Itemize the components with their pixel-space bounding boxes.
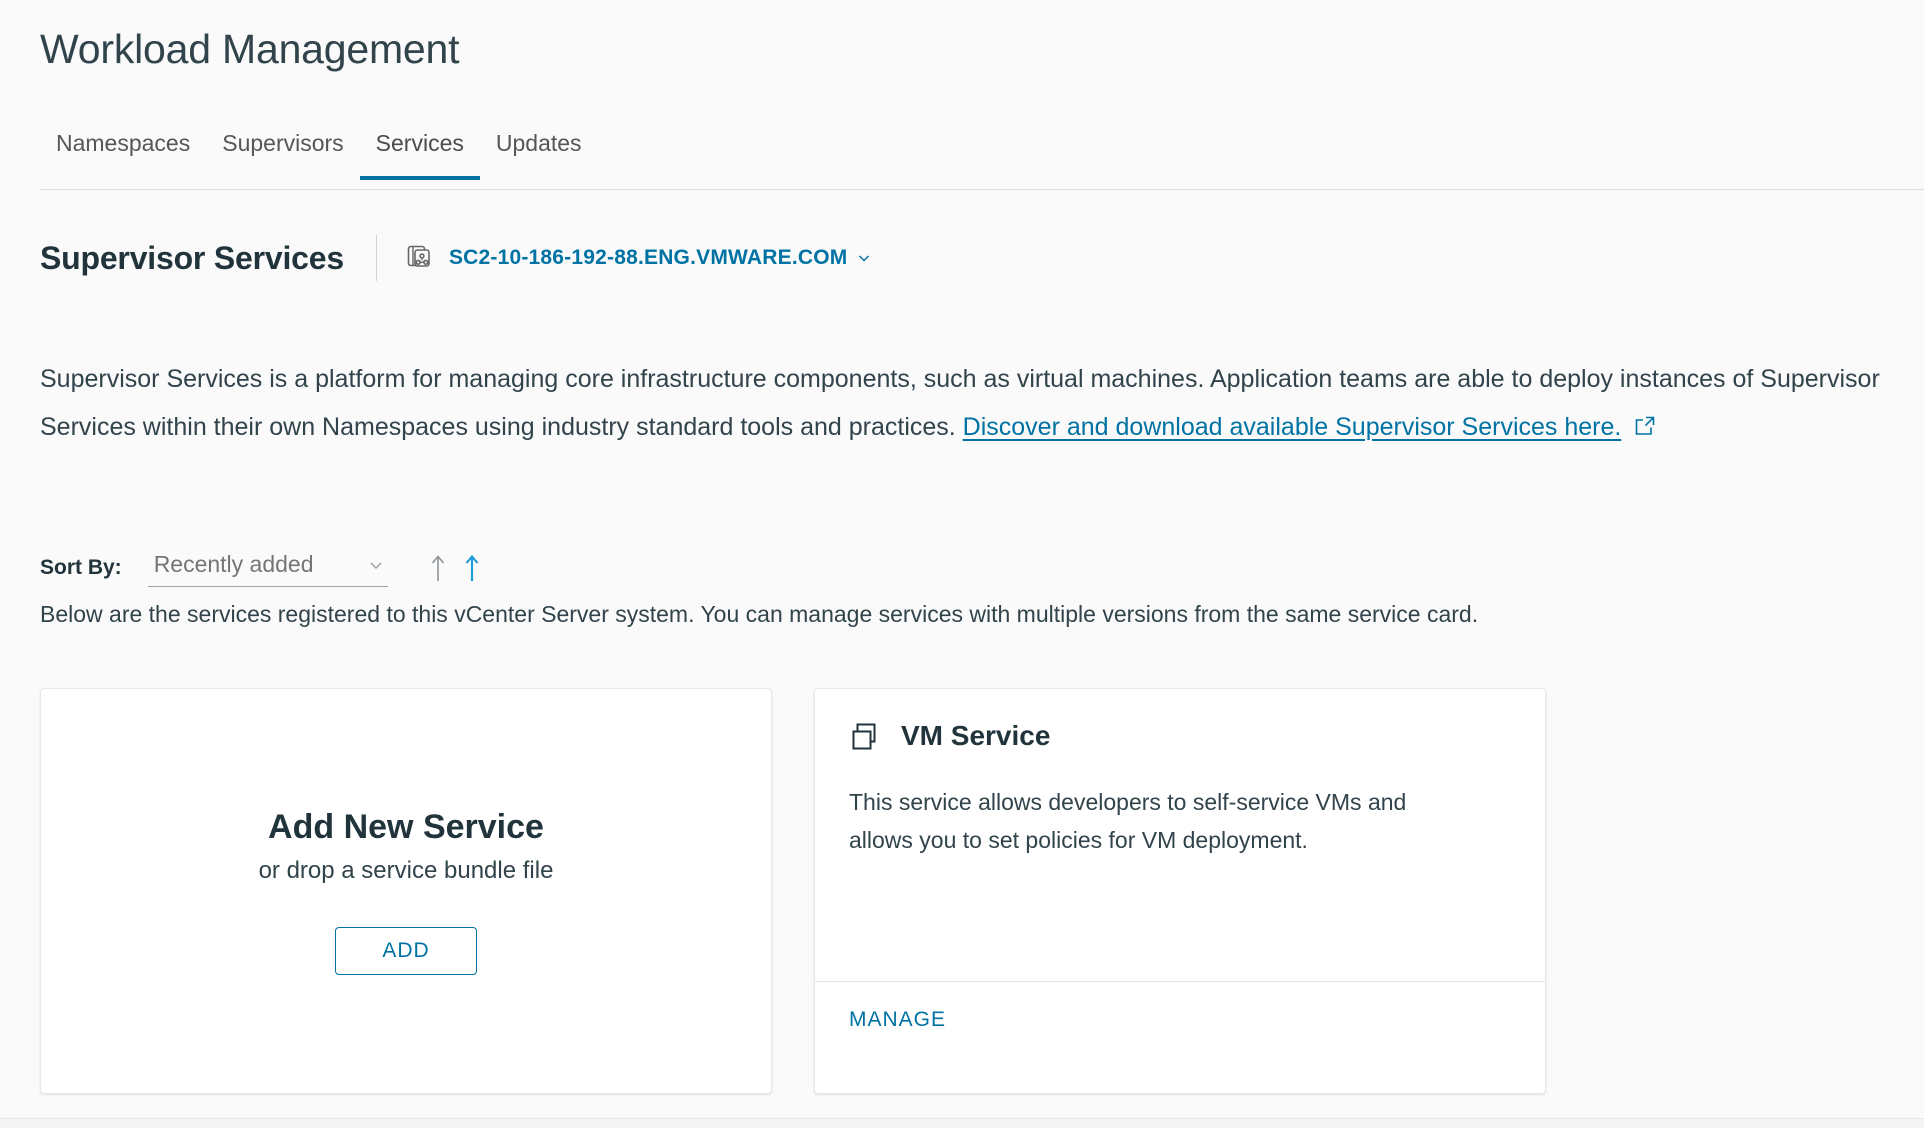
service-card-footer: MANAGE: [815, 981, 1545, 1093]
sort-ascending-icon[interactable]: [426, 551, 450, 585]
section-title: Supervisor Services: [40, 239, 344, 276]
chevron-down-icon: [366, 555, 386, 575]
sort-row: Sort By: Recently added: [40, 545, 484, 591]
bottom-strip: [0, 1119, 1924, 1128]
add-new-service-title: Add New Service: [268, 807, 544, 846]
main-tabs: Namespaces Supervisors Services Updates: [40, 122, 1924, 190]
service-cards: Add New Service or drop a service bundle…: [40, 688, 1546, 1094]
page-title: Workload Management: [40, 26, 460, 72]
workload-management-page: Workload Management Namespaces Superviso…: [0, 0, 1924, 1128]
service-description: This service allows developers to self-s…: [849, 789, 1407, 853]
section-description: Supervisor Services is a platform for ma…: [40, 355, 1906, 454]
service-card-body: VM Service This service allows developer…: [815, 689, 1545, 981]
supervisor-cluster-icon: [405, 243, 435, 273]
vm-service-icon: [849, 719, 883, 753]
tab-supervisors[interactable]: Supervisors: [206, 122, 359, 179]
external-link-icon: [1633, 406, 1657, 454]
sort-by-value: Recently added: [153, 551, 314, 577]
sort-descending-icon[interactable]: [460, 551, 484, 585]
services-subnote: Below are the services registered to thi…: [40, 601, 1479, 627]
service-name: VM Service: [901, 720, 1051, 751]
discover-services-link[interactable]: Discover and download available Supervis…: [963, 413, 1622, 441]
add-new-service-card[interactable]: Add New Service or drop a service bundle…: [40, 688, 772, 1094]
tab-services[interactable]: Services: [359, 122, 481, 180]
server-selector[interactable]: SC2-10-186-192-88.ENG.VMWARE.COM: [449, 246, 873, 270]
sort-direction-controls: [426, 551, 484, 585]
section-header: Supervisor Services SC2-10-186-192-88.EN…: [40, 235, 873, 281]
tab-updates[interactable]: Updates: [480, 122, 598, 179]
chevron-down-icon: [856, 250, 872, 266]
add-button[interactable]: ADD: [335, 926, 477, 975]
sort-by-select[interactable]: Recently added: [147, 549, 388, 587]
service-card-header: VM Service: [849, 719, 1511, 753]
add-new-service-subtitle: or drop a service bundle file: [258, 856, 554, 884]
tab-namespaces[interactable]: Namespaces: [40, 122, 206, 179]
server-name-label: SC2-10-186-192-88.ENG.VMWARE.COM: [448, 246, 848, 269]
sort-by-label: Sort By:: [40, 556, 122, 579]
header-divider: [375, 235, 377, 281]
manage-button[interactable]: MANAGE: [849, 1008, 946, 1032]
service-card-vm-service[interactable]: VM Service This service allows developer…: [814, 688, 1546, 1094]
